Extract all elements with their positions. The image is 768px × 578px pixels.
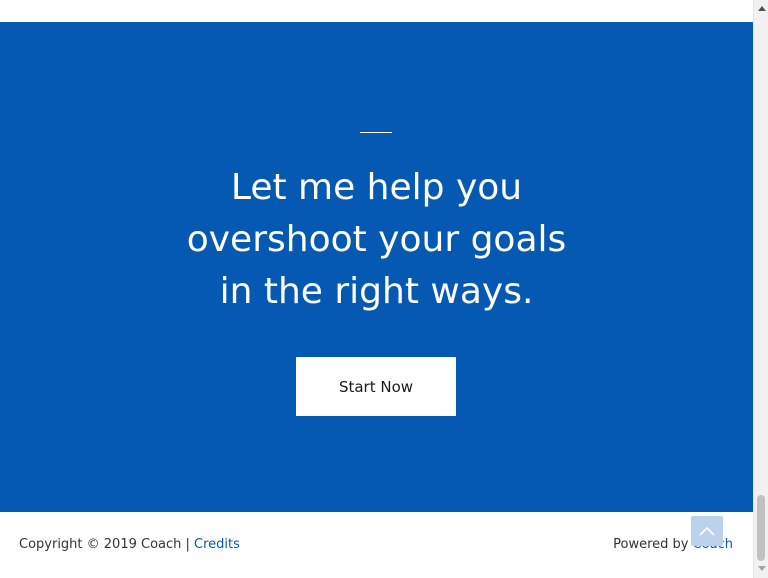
hero-heading-line: in the right ways. bbox=[219, 271, 534, 312]
page: Let me help you overshoot your goals in … bbox=[0, 0, 768, 578]
scroll-down-arrow-icon[interactable] bbox=[754, 562, 768, 576]
hero-heading-line: overshoot your goals bbox=[186, 219, 567, 260]
hero-section: Let me help you overshoot your goals in … bbox=[0, 22, 753, 512]
hero-heading: Let me help you overshoot your goals in … bbox=[0, 162, 753, 318]
site-footer: Copyright © 2019 Coach | Credits Powered… bbox=[0, 512, 753, 578]
scrollbar-thumb[interactable] bbox=[757, 495, 765, 561]
chevron-up-icon bbox=[699, 526, 715, 536]
copyright-text: Copyright © 2019 Coach | bbox=[19, 537, 195, 552]
top-strip bbox=[0, 0, 753, 22]
footer-copyright: Copyright © 2019 Coach | Credits bbox=[19, 537, 240, 552]
powered-by-text: Powered by bbox=[613, 537, 693, 552]
vertical-scrollbar[interactable] bbox=[753, 0, 768, 578]
start-now-button[interactable]: Start Now bbox=[296, 357, 456, 416]
scroll-up-arrow-icon[interactable] bbox=[754, 2, 768, 16]
credits-link[interactable]: Credits bbox=[194, 537, 240, 552]
hero-divider bbox=[360, 132, 392, 133]
hero-heading-line: Let me help you bbox=[230, 167, 523, 208]
scroll-to-top-button[interactable] bbox=[691, 516, 723, 546]
